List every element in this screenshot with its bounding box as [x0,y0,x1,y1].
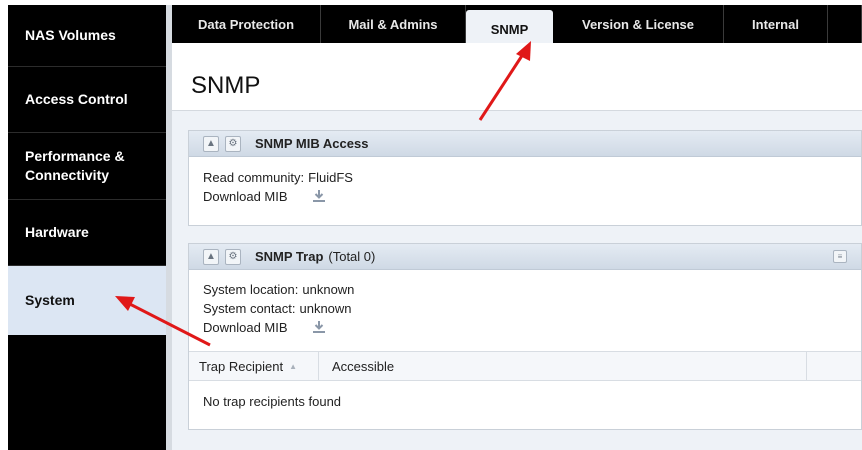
panel-title-text: SNMP Trap [255,249,324,264]
tab-overflow[interactable] [828,5,862,43]
tab-mail-admins[interactable]: Mail & Admins [321,5,466,43]
content-area: SNMP ▲ ⚙ SNMP MIB Access Read community:… [172,43,862,450]
system-contact-value: unknown [299,301,352,316]
sidebar-item-label: NAS Volumes [25,27,116,43]
download-mib-row: Download MIB [203,189,327,205]
empty-table-message: No trap recipients found [203,394,342,409]
trap-table-header: Trap Recipient ▲ Accessible [189,351,861,381]
snmp-trap-panel: ▲ ⚙ SNMP Trap (Total 0) ≡ System location… [188,243,862,430]
system-location-value: unknown [302,282,355,297]
download-mib-row: Download MIB [203,320,327,336]
sort-arrow-icon: ▲ [289,361,297,371]
sidebar-item-label: Performance & Connectivity [25,148,125,183]
settings-icon[interactable]: ⚙ [225,136,241,152]
sidebar-item-label: Hardware [25,224,89,240]
system-location-label: System location: [203,282,299,297]
sidebar-item-nas-volumes[interactable]: NAS Volumes [8,5,166,67]
tab-version-license[interactable]: Version & License [553,5,724,43]
column-header-trap-recipient[interactable]: Trap Recipient ▲ [189,352,319,380]
settings-icon[interactable]: ⚙ [225,249,241,265]
tab-internal[interactable]: Internal [724,5,828,43]
download-icon[interactable] [311,320,327,334]
system-contact-label: System contact: [203,301,296,316]
sidebar-item-system[interactable]: System [8,266,166,335]
download-mib-label: Download MIB [203,189,288,204]
column-header-accessible[interactable]: Accessible [319,352,807,380]
download-icon[interactable] [311,189,327,203]
sidebar-item-access-control[interactable]: Access Control [8,67,166,133]
read-community-label: Read community: [203,170,305,185]
trap-total: (Total 0) [328,249,376,264]
sidebar-nav: NAS Volumes Access Control Performance &… [8,5,166,450]
read-community-value: FluidFS [308,170,353,185]
page-title: SNMP [191,72,261,99]
tab-bar: Data Protection Mail & Admins SNMP Versi… [172,5,862,48]
system-location-row: System location: unknown [203,282,354,298]
panel-options-icon[interactable]: ≡ [833,250,847,263]
sidebar-item-performance-connectivity[interactable]: Performance & Connectivity [8,133,166,200]
tab-data-protection[interactable]: Data Protection [172,5,321,43]
panel-header: ▲ ⚙ SNMP Trap (Total 0) ≡ [189,244,861,270]
download-mib-label: Download MIB [203,320,288,335]
panel-title: SNMP Trap (Total 0) [255,249,375,265]
page-header: SNMP [172,43,862,111]
column-label: Accessible [332,358,395,374]
collapse-icon[interactable]: ▲ [203,136,219,152]
panel-header: ▲ ⚙ SNMP MIB Access [189,131,861,157]
sidebar-item-label: System [25,292,75,308]
snmp-mib-access-panel: ▲ ⚙ SNMP MIB Access Read community: Fluid… [188,130,862,226]
sidebar-item-hardware[interactable]: Hardware [8,200,166,266]
collapse-icon[interactable]: ▲ [203,249,219,265]
column-label: Trap Recipient [199,358,284,374]
read-community-row: Read community: FluidFS [203,170,353,186]
sidebar-item-label: Access Control [25,91,128,107]
column-header-extra [807,352,861,380]
panel-title: SNMP MIB Access [255,136,369,151]
system-contact-row: System contact: unknown [203,301,352,317]
